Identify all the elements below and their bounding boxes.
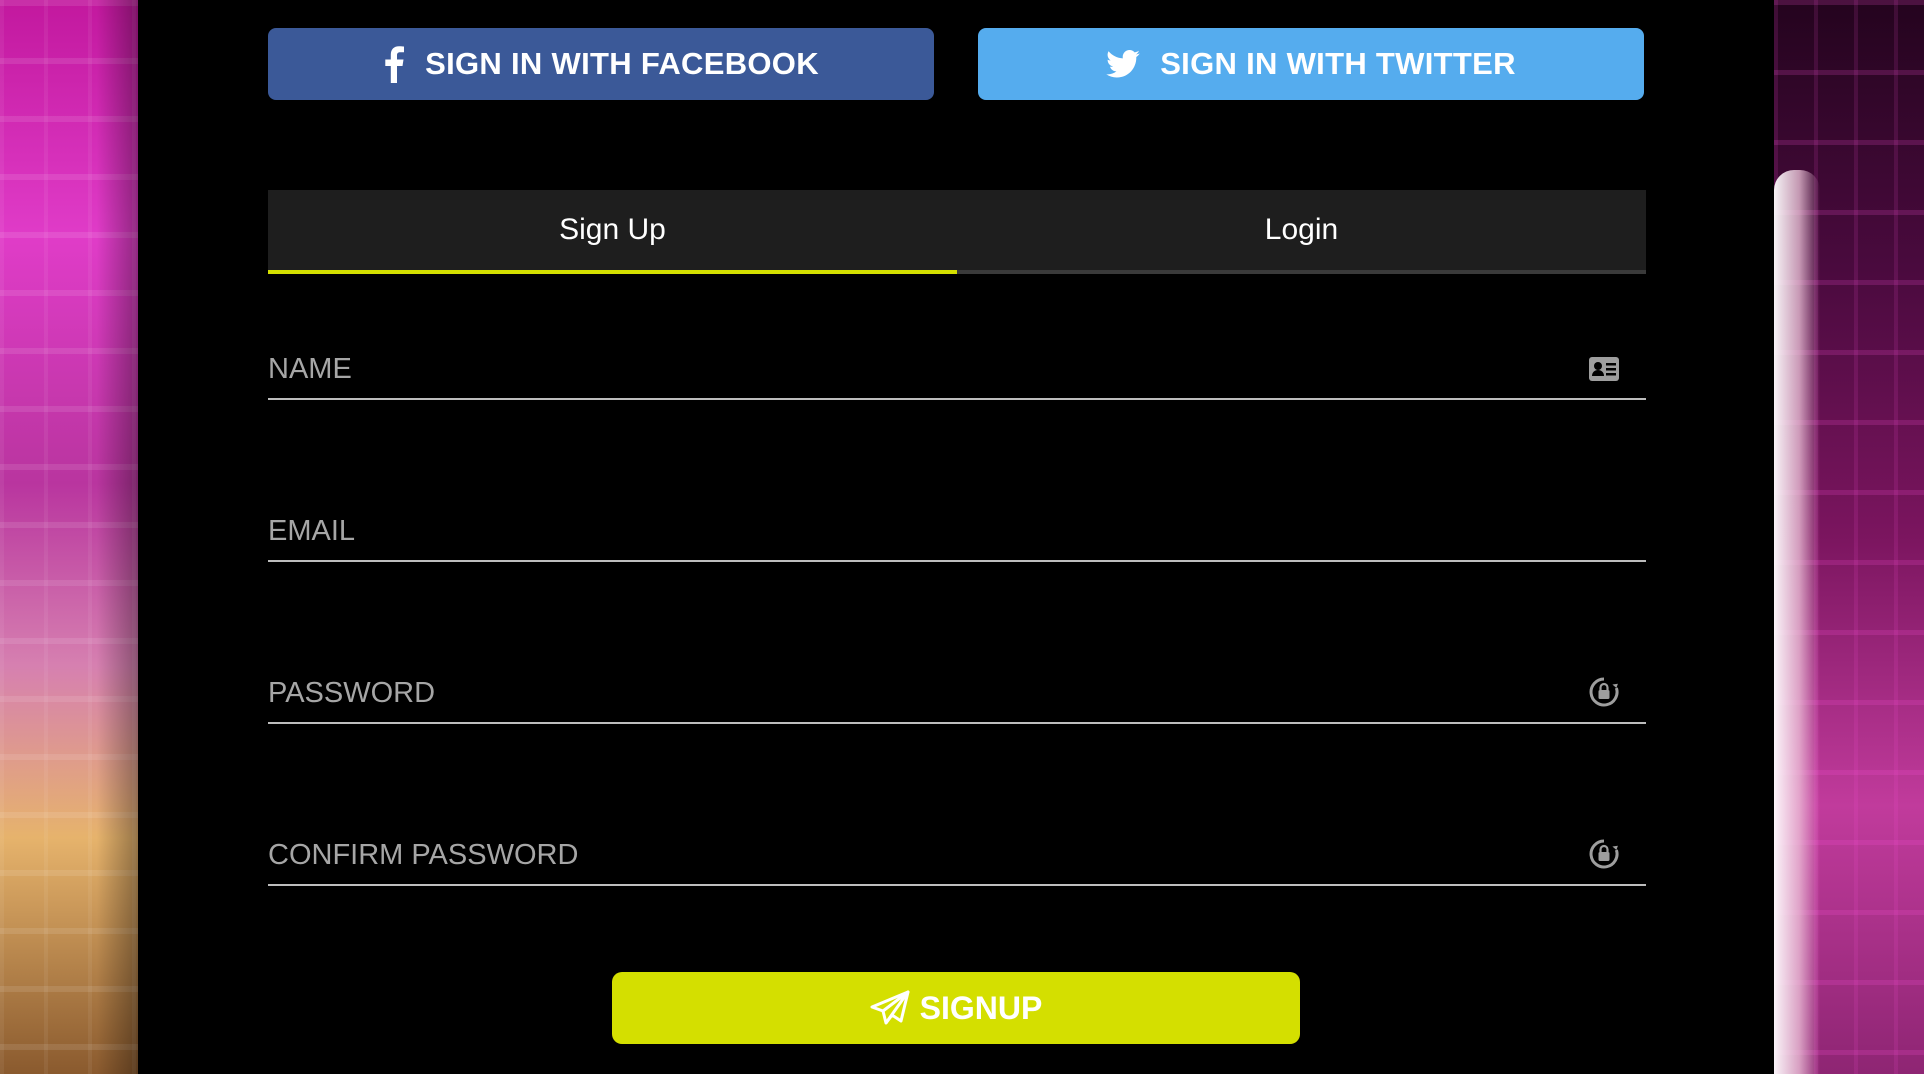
facebook-icon xyxy=(383,45,405,83)
twitter-icon xyxy=(1106,50,1141,78)
page: SIGN IN WITH FACEBOOK SIGN IN WITH TWITT… xyxy=(0,0,1924,1074)
facebook-signin-button[interactable]: SIGN IN WITH FACEBOOK xyxy=(268,28,934,100)
email-input[interactable] xyxy=(268,502,1646,560)
background-image-right xyxy=(1774,0,1924,1074)
id-card-icon xyxy=(1588,353,1620,385)
password-input[interactable] xyxy=(268,664,1588,722)
lock-icon xyxy=(1588,677,1620,709)
signup-button-label: SIGNUP xyxy=(919,989,1043,1026)
lock-icon xyxy=(1588,839,1620,871)
tab-login-label: Login xyxy=(1264,213,1339,246)
name-input[interactable] xyxy=(268,340,1588,398)
signup-panel: SIGN IN WITH FACEBOOK SIGN IN WITH TWITT… xyxy=(138,0,1774,1074)
confirm-password-input[interactable] xyxy=(268,826,1588,884)
tab-sign-up-label: Sign Up xyxy=(559,213,666,246)
password-field xyxy=(268,664,1646,724)
background-image-left xyxy=(0,0,138,1074)
email-field xyxy=(268,502,1646,562)
name-field xyxy=(268,340,1646,400)
signup-button[interactable]: SIGNUP xyxy=(612,972,1300,1044)
paper-plane-icon xyxy=(870,990,910,1026)
twitter-signin-label: SIGN IN WITH TWITTER xyxy=(1160,46,1516,81)
background-pillar xyxy=(1774,170,1820,1074)
auth-tabs: Sign Up Login xyxy=(268,190,1646,274)
facebook-signin-label: SIGN IN WITH FACEBOOK xyxy=(425,46,819,81)
tab-sign-up[interactable]: Sign Up xyxy=(268,190,957,274)
tab-login[interactable]: Login xyxy=(957,190,1646,274)
confirm-password-field xyxy=(268,826,1646,886)
twitter-signin-button[interactable]: SIGN IN WITH TWITTER xyxy=(978,28,1644,100)
